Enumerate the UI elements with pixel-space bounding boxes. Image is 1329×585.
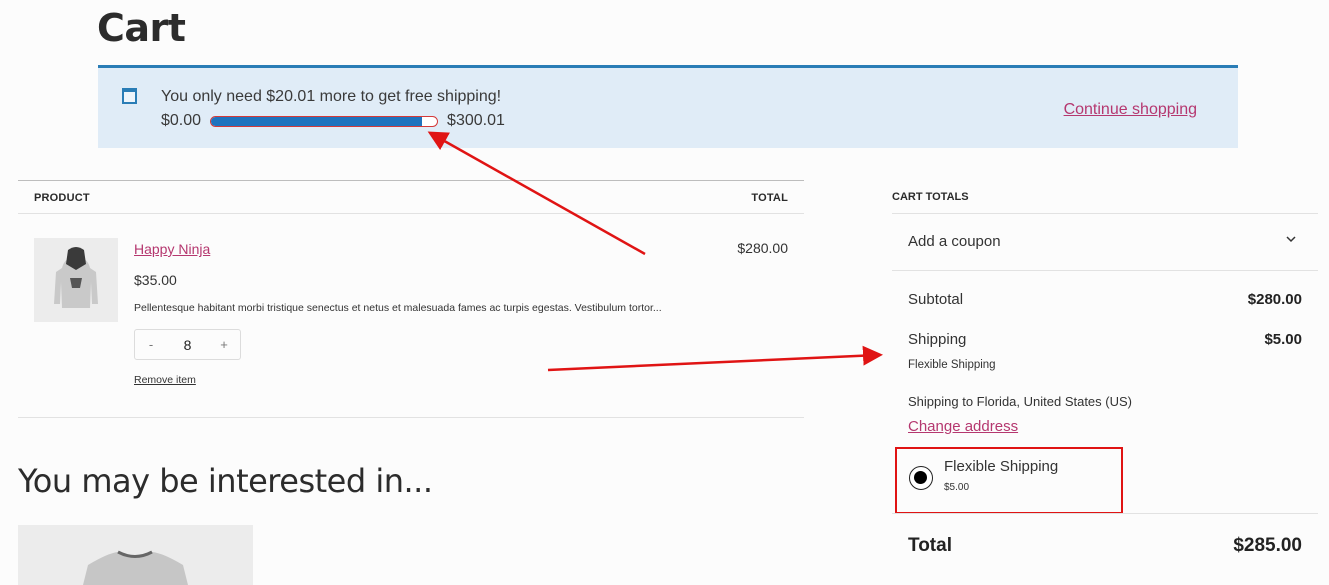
coupon-label: Add a coupon [908,233,1001,250]
increment-button[interactable]: + [218,337,230,352]
add-coupon-toggle[interactable]: Add a coupon [892,214,1318,271]
remove-item-link[interactable]: Remove item [134,374,196,386]
line-total: $280.00 [737,240,788,256]
progress-max-label: $300.01 [447,112,505,129]
shipping-option-name: Flexible Shipping [944,458,1059,475]
free-shipping-notice: You only need $20.01 more to get free sh… [98,65,1238,148]
table-header: PRODUCT TOTAL [18,181,804,214]
shipping-row: Shipping $5.00 [908,331,1302,348]
product-name-link[interactable]: Happy Ninja [134,241,210,257]
product-description: Pellentesque habitant morbi tristique se… [134,302,662,314]
divider [892,513,1318,514]
header-product: PRODUCT [34,192,90,204]
progress-bar [210,115,439,127]
quantity-stepper: - 8 + [134,329,241,360]
progress-min-label: $0.00 [161,112,202,129]
quantity-input[interactable]: 8 [184,337,192,353]
shipping-value: $5.00 [1264,331,1302,348]
continue-shopping-link[interactable]: Continue shopping [1064,101,1197,119]
page-title: Cart [97,6,186,50]
cart-table: PRODUCT TOTAL Happy Ninja $35.00 Pellent… [18,180,804,418]
subtotal-row: Subtotal $280.00 [908,291,1302,308]
total-row: Total $285.00 [908,535,1302,557]
subtotal-label: Subtotal [908,291,964,308]
shipping-option-price: $5.00 [944,482,970,493]
header-total: TOTAL [751,192,788,204]
hoodie-image[interactable] [34,238,118,322]
product-price: $35.00 [134,272,177,288]
tshirt-image[interactable] [18,525,253,585]
table-row: Happy Ninja $35.00 Pellentesque habitant… [18,214,804,418]
upsell-title: You may be interested in... [18,462,433,500]
radio-selected-dot [914,471,927,484]
window-icon [122,88,137,104]
shipping-method: Flexible Shipping [908,359,996,371]
shipping-radio[interactable] [909,466,933,490]
notice-message: You only need $20.01 more to get free sh… [161,88,502,105]
chevron-down-icon [1286,236,1296,243]
shipping-progress: $0.00 $300.01 [161,112,505,130]
cart-totals: CART TOTALS Add a coupon Subtotal $280.0… [892,180,1318,556]
cart-totals-title: CART TOTALS [892,180,1318,214]
change-address-link[interactable]: Change address [908,418,1018,435]
shipping-label: Shipping [908,331,967,348]
total-value: $285.00 [1233,535,1302,556]
shipping-option-flexible[interactable]: Flexible Shipping $5.00 [895,447,1123,514]
total-label: Total [908,535,952,556]
shipping-destination: Shipping to Florida, United States (US) [908,394,1132,409]
decrement-button[interactable]: - [145,337,157,352]
progress-fill [211,116,422,126]
subtotal-value: $280.00 [1247,291,1302,308]
